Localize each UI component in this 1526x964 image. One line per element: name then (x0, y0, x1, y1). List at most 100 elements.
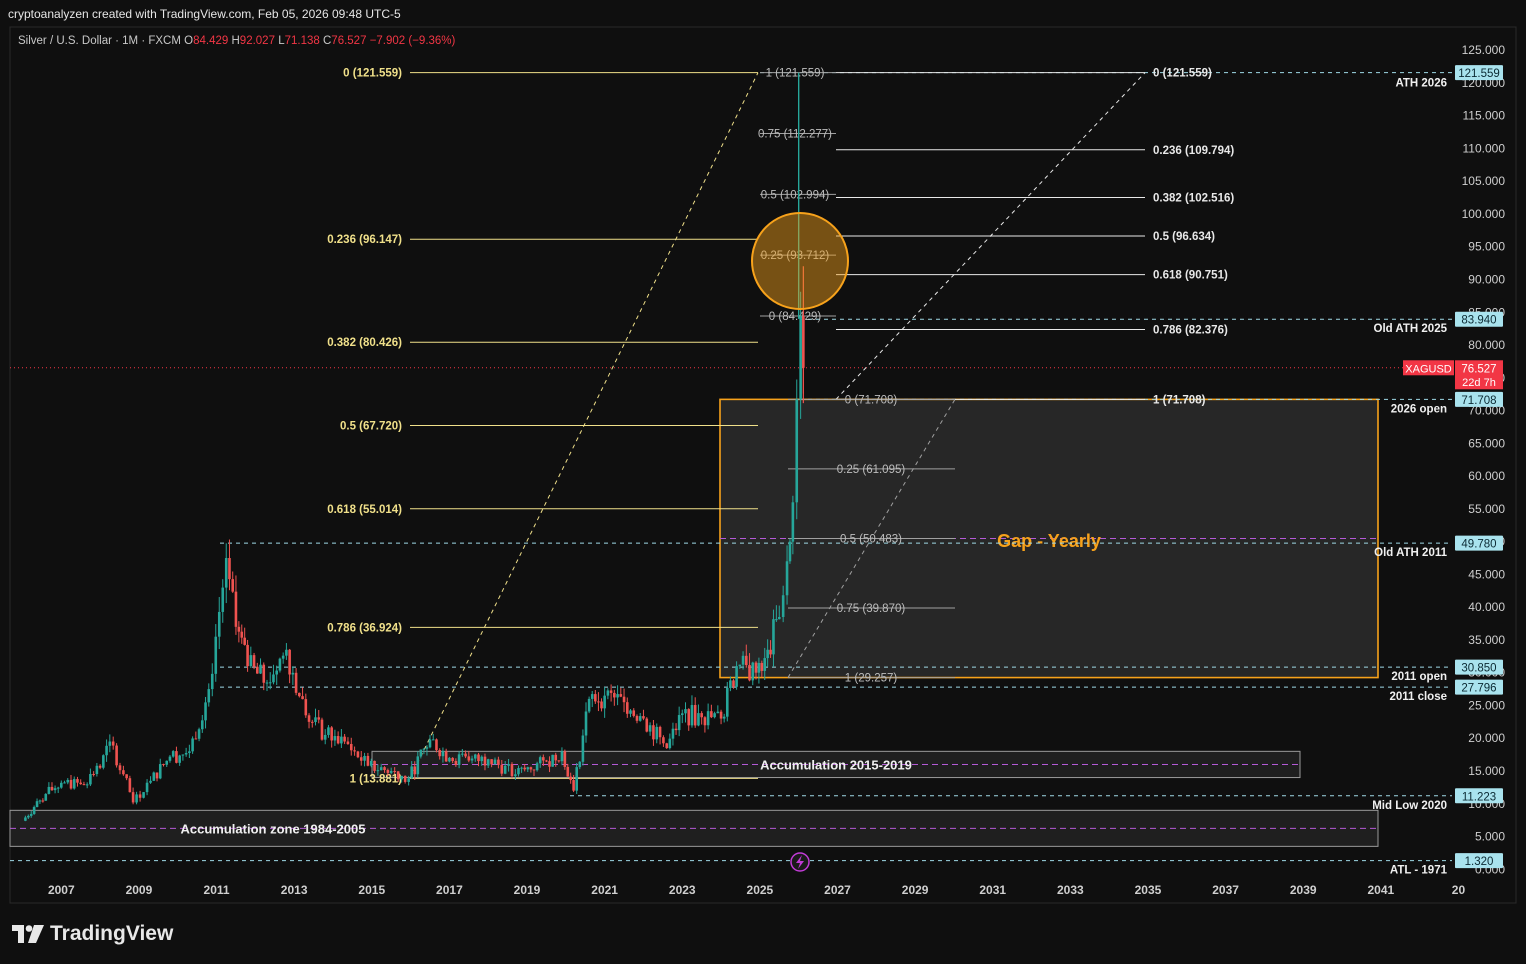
candle-body (677, 715, 681, 731)
y-tick-label: 5.000 (1475, 830, 1505, 844)
candle-body (606, 690, 610, 696)
candle-body (438, 750, 441, 757)
tradingview-logo-icon (12, 925, 44, 943)
candle-body (451, 757, 454, 761)
candle-body (655, 726, 659, 740)
candle-body (748, 665, 751, 681)
candle-body (89, 773, 92, 785)
candle-body (294, 672, 298, 693)
candle-body (184, 753, 188, 755)
candle-body (572, 780, 575, 791)
candle-body (317, 717, 321, 720)
x-tick-label: 2009 (126, 883, 153, 897)
candle-body (690, 705, 694, 726)
candle-body (32, 807, 36, 814)
y-tick-label: 45.000 (1468, 567, 1505, 581)
candle-body (613, 692, 616, 698)
y-tick-label: 90.000 (1468, 272, 1505, 286)
price-chart[interactable]: 125.000120.000115.000110.000105.000100.0… (0, 0, 1526, 964)
candle-body (706, 711, 710, 726)
candle-body (629, 710, 632, 714)
candle-body (425, 747, 429, 749)
x-tick-label: 2011 (204, 883, 230, 897)
candle-body (320, 719, 324, 740)
candle-body (356, 751, 360, 758)
candle-body (687, 709, 691, 726)
candle-body (526, 767, 530, 770)
candle-body (82, 784, 86, 786)
candles (24, 72, 805, 822)
y-tick-label: 20.000 (1468, 731, 1505, 745)
x-axis: 2007 2009 2011 2013 2015 2017 2019 2021 2023 2025… (48, 883, 1466, 897)
candle-body (346, 741, 350, 744)
x-tick-label: 2037 (1212, 883, 1239, 897)
candle-body (207, 689, 211, 703)
candle-body (769, 649, 772, 655)
fib-left-label: 0 (121.559) (343, 68, 402, 80)
x-tick-label: 2017 (436, 883, 463, 897)
candle-body (240, 631, 244, 638)
candle-body (722, 716, 726, 719)
candle-body (725, 687, 729, 717)
fib-left-label: 0.5 (67.720) (340, 421, 402, 433)
candle-body (578, 761, 582, 768)
y-tick-label: 35.000 (1468, 633, 1505, 647)
candle-body (697, 713, 700, 726)
candle-body (255, 666, 259, 674)
y-tick-label: 55.000 (1468, 502, 1505, 516)
candle-body (79, 782, 83, 785)
candle-body (500, 764, 504, 774)
highlight-circle (751, 212, 849, 310)
tradingview-brand[interactable]: TradingView (12, 922, 173, 946)
x-tick-label: 2041 (1367, 883, 1394, 897)
candle-body (197, 729, 201, 739)
candle-body (181, 754, 185, 756)
candle-body (386, 770, 390, 773)
candle-body (486, 759, 490, 766)
candle-body (373, 760, 376, 771)
candle-body (304, 699, 308, 716)
candle-body (648, 725, 652, 732)
candle-body (700, 713, 703, 718)
candle-body (684, 709, 687, 714)
candle-body (665, 743, 669, 749)
candle-body (165, 760, 169, 765)
candle-body (619, 694, 623, 697)
candle-body (413, 766, 417, 775)
candle-body (168, 756, 172, 761)
candle-body (314, 717, 317, 723)
fib-left: 0 (121.559) 0.236 (96.147) 0.382 (80.426) 0… (327, 68, 759, 785)
candle-body (470, 758, 474, 761)
candle-body (523, 767, 526, 770)
candle-body (480, 756, 484, 762)
candle-body (713, 713, 716, 718)
fib-mid-upper-label: 0.75 (112.277) (758, 129, 832, 141)
candle-body (791, 502, 795, 542)
candle-body (145, 782, 149, 793)
candle-body (407, 778, 410, 782)
candle-body (581, 735, 585, 762)
y-axis: 125.000120.000115.000110.000105.000100.0… (1462, 43, 1506, 876)
candle-body (517, 768, 520, 775)
candle-body (545, 760, 548, 762)
candle-body (102, 755, 105, 768)
candle-body (396, 771, 400, 780)
candle-body (464, 753, 467, 757)
x-tick-label: 2015 (358, 883, 385, 897)
level-annotation: 2011 open (1391, 671, 1447, 683)
candle-body (441, 751, 445, 757)
candle-body (41, 800, 45, 802)
candle-body (554, 754, 558, 761)
level-annotation: 2011 close (1389, 691, 1447, 703)
candle-body (38, 800, 42, 802)
candle-body (645, 718, 649, 732)
candle-body (191, 738, 194, 752)
candle-body (393, 770, 396, 772)
fib-right: 0 (121.559) 0.236 (109.794) 0.382 (102.516… (835, 68, 1234, 406)
candle-body (383, 767, 386, 771)
x-tick-label: 2007 (48, 883, 75, 897)
candle-body (635, 715, 639, 721)
candle-body (228, 558, 231, 580)
x-tick-label: 2035 (1135, 883, 1162, 897)
candle-body (497, 759, 500, 765)
